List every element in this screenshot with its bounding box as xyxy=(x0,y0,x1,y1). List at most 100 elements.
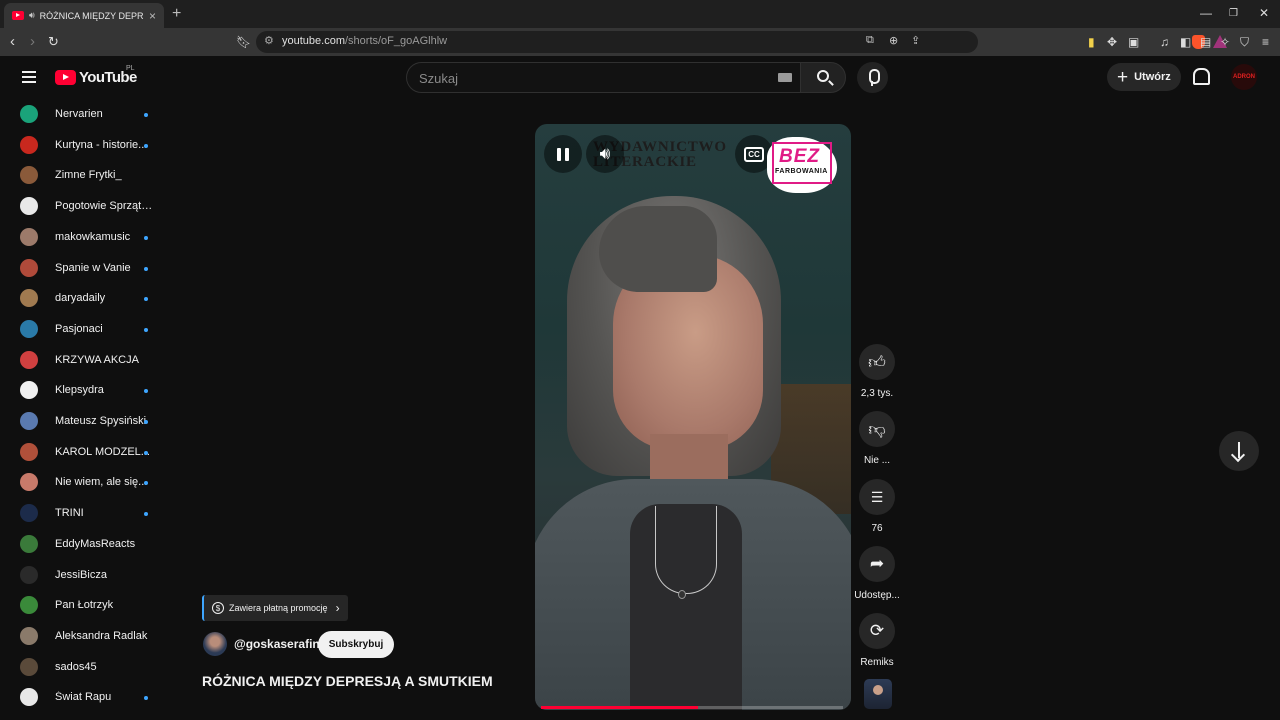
extension-box-icon[interactable]: ▣ xyxy=(1128,35,1139,49)
sidebar-subscription-item[interactable]: TRINI xyxy=(0,498,168,529)
share-page-icon[interactable]: ⇪ xyxy=(911,34,920,47)
sidebar-subscription-item[interactable]: JessiBicza xyxy=(0,560,168,591)
paid-promotion-label: Zawiera płatną promocję xyxy=(229,603,328,613)
like-action[interactable]: 👍︎ 2,3 tys. xyxy=(853,344,901,399)
url-path: /shorts/oF_goAGlhlw xyxy=(344,35,448,47)
create-button[interactable]: + Utwórz xyxy=(1107,63,1181,91)
wallet-icon[interactable]: ▤ xyxy=(1200,35,1211,49)
dislike-action[interactable]: 👎︎ Nie ... xyxy=(853,411,901,466)
new-tab-icon[interactable]: + xyxy=(172,5,181,23)
subscription-name: Mateusz Spysiński xyxy=(55,415,147,427)
youtube-favicon-icon xyxy=(12,11,24,20)
sidebar-subscription-item[interactable]: daryadaily xyxy=(0,283,168,314)
youtube-logo[interactable]: YouTube PL xyxy=(55,65,137,86)
zoom-icon[interactable]: ⊕ xyxy=(889,34,898,47)
browser-tab-active[interactable]: 🔊︎ RÓŻNICA MIĘDZY DEPRESJĄ × xyxy=(4,3,164,28)
channel-avatar-icon xyxy=(20,596,38,615)
sidebar-subscription-item[interactable]: EddyMasReacts xyxy=(0,529,168,560)
bookmark-icon[interactable]: 🔖︎ xyxy=(236,35,251,49)
sidebar-subscription-item[interactable]: makowkamusic xyxy=(0,222,168,253)
remix-label: Remiks xyxy=(860,657,894,668)
address-bar[interactable]: ⚙︎ youtube.com/shorts/oF_goAGlhlw ⧉ ⊕ ⇪ xyxy=(256,31,1227,53)
channel-avatar-icon xyxy=(20,657,38,676)
audio-playing-icon[interactable]: 🔊︎ xyxy=(29,10,35,21)
sidebar-subscription-item[interactable]: KRZYWA AKCJA xyxy=(0,345,168,376)
subscribe-label: Subskrybuj xyxy=(328,639,384,650)
short-video-player[interactable]: WYDAWNICTWO LITERACKIE 🔊︎ CC BEZ FARBOWA… xyxy=(535,124,851,710)
subscription-name: Spanie w Vanie xyxy=(55,261,131,274)
channel-avatar[interactable] xyxy=(203,632,227,656)
channel-avatar-icon xyxy=(20,534,38,553)
extensions-icon[interactable]: ✥ xyxy=(1107,35,1117,49)
volume-icon[interactable]: 🔊︎ xyxy=(586,135,624,173)
thumb-down-icon: 👎︎ xyxy=(868,419,886,439)
sidebar-subscription-item[interactable]: Klepsydra xyxy=(0,375,168,406)
pause-button[interactable] xyxy=(544,135,582,173)
share-action[interactable]: ➦ Udostęp... xyxy=(853,546,901,601)
open-external-icon[interactable]: ⧉ xyxy=(866,34,874,47)
comments-action[interactable]: ☰ 76 xyxy=(853,479,901,534)
subscription-name: Pan Łotrzyk xyxy=(55,599,114,612)
account-avatar[interactable]: ADRON xyxy=(1231,64,1257,90)
channel-avatar-icon xyxy=(20,412,38,430)
plus-icon: + xyxy=(1117,66,1129,88)
sidebar-subscription-item[interactable]: Spanie w Vanie xyxy=(0,253,168,284)
new-content-dot xyxy=(144,266,148,271)
sidebar-subscription-item[interactable]: Zimne Frytki_ xyxy=(0,160,168,191)
sidebar-subscription-item[interactable]: Pasjonaci xyxy=(0,314,168,345)
sidebar-subscription-item[interactable]: Mateusz Spysiński xyxy=(0,406,168,437)
channel-avatar-icon xyxy=(20,105,38,123)
reload-icon[interactable]: ↻ xyxy=(48,34,59,50)
tab-close-icon[interactable]: × xyxy=(149,9,156,23)
restore-icon[interactable]: ❐ xyxy=(1229,8,1238,19)
menu-icon[interactable] xyxy=(22,71,36,83)
minimize-icon[interactable]: — xyxy=(1200,6,1212,20)
search-input[interactable]: Szukaj xyxy=(406,62,800,93)
keyboard-icon[interactable] xyxy=(778,73,792,82)
sidebar-subscription-item[interactable]: Kurtyna - historie... xyxy=(0,130,168,161)
channel-avatar-icon xyxy=(20,565,38,584)
video-progress-bar[interactable] xyxy=(541,706,843,709)
extension-notes-icon[interactable]: ▮ xyxy=(1088,35,1095,49)
forward-icon[interactable]: › xyxy=(30,33,35,50)
back-icon[interactable]: ‹ xyxy=(10,33,15,50)
channel-avatar-icon xyxy=(20,289,38,308)
comment-count: 76 xyxy=(871,523,883,534)
subscription-name: KAROL MODZEL... xyxy=(55,445,150,458)
sidebar-subscription-item[interactable]: Świat Rapu xyxy=(0,682,168,713)
new-content-dot xyxy=(144,450,148,455)
notifications-bell-icon[interactable] xyxy=(1192,68,1210,85)
comment-icon: ☰ xyxy=(870,488,884,505)
channel-handle[interactable]: @goskaserafin xyxy=(234,637,320,651)
share-label: Udostęp... xyxy=(854,590,900,601)
media-icon[interactable]: ♫ xyxy=(1160,35,1169,49)
paid-promotion-badge[interactable]: $ Zawiera płatną promocję › xyxy=(202,595,348,621)
subscription-name: Nervarien xyxy=(55,108,103,120)
browser-tab-bar: 🔊︎ RÓŻNICA MIĘDZY DEPRESJĄ × + — ❐ ✕ xyxy=(0,0,1280,28)
sidebar-subscription-item[interactable]: Nervarien xyxy=(0,99,168,130)
browser-menu-icon[interactable]: ≡ xyxy=(1262,35,1269,49)
window-close-icon[interactable]: ✕ xyxy=(1259,6,1269,20)
sidebar-subscription-item[interactable]: Pan Łotrzyk xyxy=(0,590,168,621)
subscription-name: Pasjonaci xyxy=(55,322,103,335)
sidebar-toggle-icon[interactable]: ◧ xyxy=(1180,35,1191,49)
paid-promotion-icon: $ xyxy=(212,602,224,614)
browser-toolbar: ‹ › ↻ 🔖︎ ⚙︎ youtube.com/shorts/oF_goAGlh… xyxy=(0,28,1280,56)
voice-search-button[interactable] xyxy=(857,62,888,93)
site-info-icon[interactable]: ⚙︎ xyxy=(264,34,274,47)
sidebar-subscription-item[interactable]: Pogotowie Sprzątaj... xyxy=(0,191,168,222)
subscribe-button[interactable]: Subskrybuj xyxy=(318,631,394,658)
vpn-icon[interactable]: ⛉ xyxy=(1240,35,1249,50)
remix-action[interactable]: ⟳ Remiks xyxy=(853,613,901,668)
url-text: youtube.com/shorts/oF_goAGlhlw xyxy=(282,35,447,47)
bez-farbowania-logo: BEZ FARBOWANIA xyxy=(767,137,837,193)
sidebar-subscription-item[interactable]: KAROL MODZEL... xyxy=(0,437,168,468)
next-short-button[interactable] xyxy=(1219,431,1259,471)
sound-thumbnail[interactable] xyxy=(864,679,892,709)
search-button[interactable] xyxy=(800,62,846,93)
sidebar-subscription-item[interactable]: Aleksandra Radlak xyxy=(0,621,168,652)
remix-icon: ⟳ xyxy=(869,621,885,640)
leo-ai-icon[interactable]: ✧ xyxy=(1220,35,1230,49)
sidebar-subscription-item[interactable]: sados45 xyxy=(0,652,168,683)
sidebar-subscription-item[interactable]: Nie wiem, ale się... xyxy=(0,467,168,498)
